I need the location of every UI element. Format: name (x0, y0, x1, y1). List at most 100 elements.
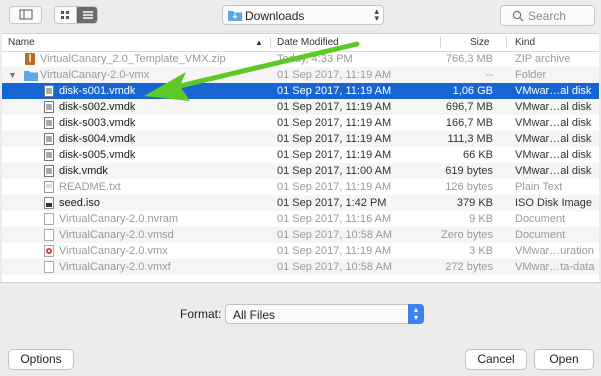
column-kind[interactable]: Kind (515, 37, 535, 48)
search-field[interactable]: Search (500, 5, 595, 26)
chevron-updown-icon: ▴ ▾ (374, 6, 379, 23)
file-kind: Document (515, 229, 566, 241)
file-size: 1,06 GB (452, 85, 493, 97)
document-icon (44, 229, 54, 241)
vmdk-file-icon (44, 117, 54, 129)
file-row[interactable]: README.txt 01 Sep 2017, 11:19 AM 126 bytes… (2, 179, 599, 195)
vmdk-file-icon (44, 149, 54, 161)
file-name: disk.vmdk (59, 165, 108, 177)
file-kind: VMwar…al disk (515, 133, 592, 145)
column-divider (440, 37, 441, 48)
file-name: VirtualCanary_2.0_Template_VMX.zip (40, 53, 226, 65)
column-header: Name ▲ Date Modified Size Kind (2, 34, 599, 52)
folder-icon (24, 71, 38, 81)
file-kind: VMwar…al disk (515, 149, 592, 161)
file-row[interactable]: VirtualCanary-2.0.vmsd 01 Sep 2017, 10:58… (2, 227, 599, 243)
file-kind: ZIP archive (515, 53, 571, 65)
file-size: Zero bytes (441, 229, 493, 241)
file-row[interactable]: VirtualCanary-2.0.vmxf 01 Sep 2017, 10:58… (2, 259, 599, 275)
file-name: VirtualCanary-2.0.vmsd (59, 229, 174, 241)
toolbar: Downloads ▴ ▾ Search (0, 0, 601, 33)
file-kind: VMwar…al disk (515, 101, 592, 113)
vmdk-file-icon (44, 133, 54, 145)
file-row[interactable]: disk.vmdk 01 Sep 2017, 11:00 AM 619 bytes V… (2, 163, 599, 179)
file-size: -- (485, 69, 493, 81)
file-size: 66 KB (463, 149, 493, 161)
vmdk-file-icon (44, 165, 54, 177)
file-row[interactable]: VirtualCanary_2.0_Template_VMX.zip Today,… (2, 51, 599, 67)
file-row[interactable]: disk-s003.vmdk 01 Sep 2017, 11:19 AM 166,7… (2, 115, 599, 131)
document-icon (44, 261, 54, 273)
file-size: 111,3 MB (447, 133, 493, 145)
file-size: 272 bytes (445, 261, 493, 273)
file-row[interactable]: seed.iso 01 Sep 2017, 1:42 PM 379 KB ISO Di… (2, 195, 599, 211)
file-kind: Plain Text (515, 181, 563, 193)
zip-archive-icon (25, 53, 35, 65)
file-size: 766,3 MB (445, 53, 493, 65)
file-list[interactable]: Name ▲ Date Modified Size Kind VirtualCa… (2, 33, 599, 282)
file-name: README.txt (59, 181, 121, 193)
file-name: VirtualCanary-2.0.vmxf (59, 261, 171, 273)
file-name: VirtualCanary-2.0.vmx (59, 245, 168, 257)
location-popup[interactable]: Downloads ▴ ▾ (222, 5, 384, 25)
file-row[interactable]: disk-s001.vmdk 01 Sep 2017, 11:19 AM 1,06 … (2, 83, 599, 99)
chevron-updown-icon: ▴ ▾ (408, 304, 424, 324)
format-value: All Files (233, 308, 276, 322)
file-kind: ISO Disk Image (515, 197, 593, 209)
disclosure-triangle-icon[interactable]: ▼ (8, 67, 17, 83)
cancel-button[interactable]: Cancel (465, 349, 527, 370)
open-button[interactable]: Open (534, 349, 594, 370)
document-icon (44, 213, 54, 225)
file-row[interactable]: VirtualCanary-2.0.vmx 01 Sep 2017, 11:19 … (2, 243, 599, 259)
disk-image-icon (44, 197, 54, 209)
vmdk-file-icon (44, 101, 54, 113)
text-file-icon (44, 181, 54, 193)
file-size: 696,7 MB (445, 101, 493, 113)
format-label: Format: (180, 307, 222, 321)
vmdk-file-icon (44, 85, 54, 97)
file-kind: VMwar…uration (515, 245, 594, 257)
list-view-button[interactable] (77, 7, 97, 23)
sidebar-toggle-button[interactable] (9, 6, 42, 24)
downloads-folder-icon (228, 11, 242, 21)
file-row[interactable]: disk-s005.vmdk 01 Sep 2017, 11:19 AM 66 KB… (2, 147, 599, 163)
sidebar-icon (19, 9, 33, 20)
column-size[interactable]: Size (470, 37, 489, 48)
file-size: 379 KB (456, 197, 493, 209)
file-row[interactable]: disk-s004.vmdk 01 Sep 2017, 11:19 AM 111,3… (2, 131, 599, 147)
column-divider (506, 37, 507, 48)
search-placeholder: Search (528, 9, 567, 23)
file-name: disk-s002.vmdk (59, 101, 136, 113)
file-kind: VMwar…al disk (515, 165, 592, 177)
file-size: 9 KB (469, 213, 493, 225)
file-size: 3 KB (469, 245, 493, 257)
list-icon (83, 11, 93, 19)
column-name[interactable]: Name (8, 37, 35, 48)
file-row[interactable]: ▼ VirtualCanary-2.0-vmx 01 Sep 2017, 11:19… (2, 67, 599, 83)
vmx-config-icon (44, 245, 54, 257)
file-name: VirtualCanary-2.0.nvram (59, 213, 179, 225)
column-date-modified[interactable]: Date Modified (277, 37, 339, 48)
file-name: seed.iso (59, 197, 100, 209)
file-size: 126 bytes (445, 181, 493, 193)
file-size: 166,7 MB (445, 117, 493, 129)
file-row[interactable]: disk-s002.vmdk 01 Sep 2017, 11:19 AM 696,7… (2, 99, 599, 115)
file-name: disk-s004.vmdk (59, 133, 136, 145)
file-kind: VMwar…al disk (515, 85, 592, 97)
file-size: 619 bytes (445, 165, 493, 177)
file-name: disk-s001.vmdk (59, 85, 136, 97)
sort-ascending-icon: ▲ (255, 38, 263, 47)
file-name: disk-s003.vmdk (59, 117, 136, 129)
format-popup[interactable]: All Files ▴ ▾ (225, 304, 424, 324)
view-mode-control[interactable] (54, 6, 98, 24)
grid-icon (61, 11, 69, 19)
options-button[interactable]: Options (8, 349, 74, 370)
file-kind: Document (515, 213, 566, 225)
icon-view-button[interactable] (55, 7, 77, 23)
search-icon (512, 10, 524, 22)
file-kind: VMwar…ta-data (515, 261, 595, 273)
location-label: Downloads (245, 9, 305, 23)
file-kind: Folder (515, 69, 547, 81)
file-row[interactable]: VirtualCanary-2.0.nvram 01 Sep 2017, 11:1… (2, 211, 599, 227)
file-name: VirtualCanary-2.0-vmx (40, 69, 150, 81)
